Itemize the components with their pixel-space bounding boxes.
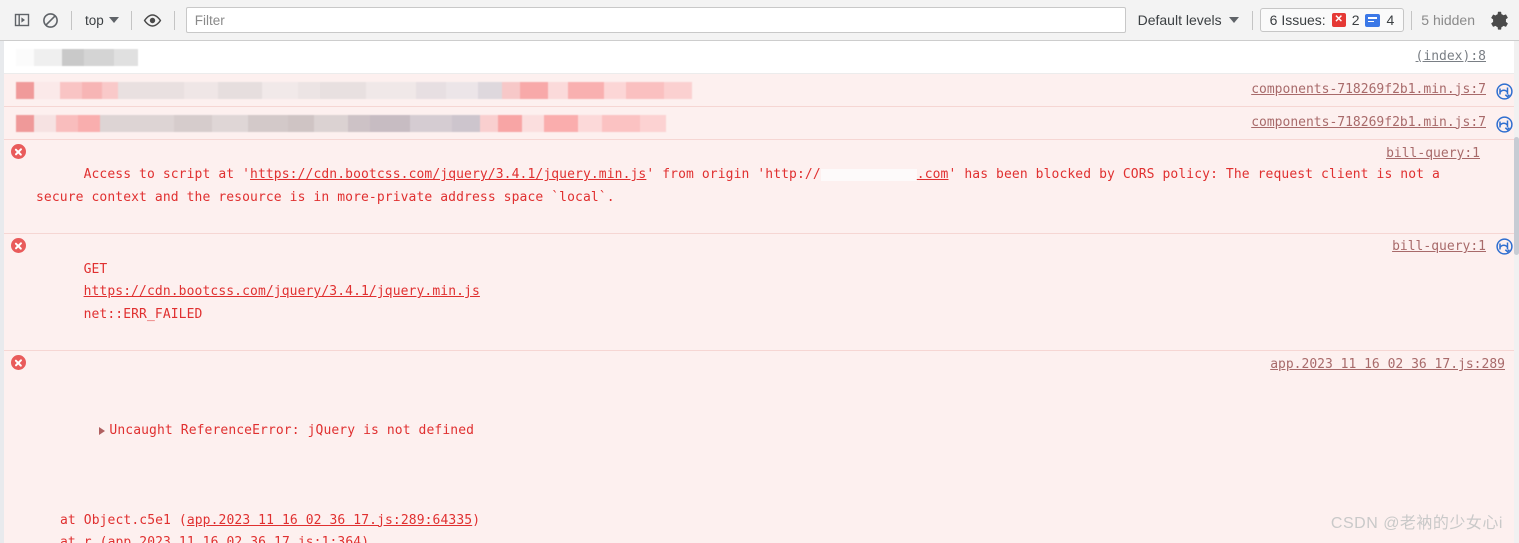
cors-mid: ' from origin 'http:// (646, 167, 821, 183)
console-row-source[interactable]: components-718269f2b1.min.js:7 (1251, 79, 1492, 101)
live-expression-button[interactable] (139, 6, 167, 34)
console-row-source[interactable]: bill-query:1 (1392, 236, 1492, 258)
console-row-network-error[interactable]: GET https://cdn.bootcss.com/jquery/3.4.1… (0, 234, 1519, 352)
issue-info-icon (1365, 13, 1381, 27)
toolbar-divider-4 (1251, 10, 1253, 30)
stack-trace: at Object.c5e1 (app.2023 11 16 02 36 17.… (36, 510, 1507, 543)
execution-context-selector[interactable]: top (79, 10, 124, 31)
issues-info-count: 4 (1386, 12, 1395, 28)
toolbar-divider-1 (71, 10, 72, 30)
error-icon (10, 355, 26, 371)
console-settings-button[interactable] (1485, 6, 1513, 34)
stack-frame-prefix: at r ( (60, 535, 108, 543)
redacted-origin (820, 168, 917, 181)
severity-gutter (0, 142, 36, 159)
toolbar-divider-5 (1411, 10, 1413, 30)
issues-error-count: 2 (1351, 12, 1360, 28)
console-toolbar: top Default levels 6 Issues: ✕ 2 4 5 hid… (0, 0, 1519, 41)
issue-error-icon: ✕ (1331, 13, 1346, 27)
clear-console-icon (42, 12, 58, 28)
console-row-redacted-error-1[interactable]: components-718269f2b1.min.js:7 (0, 74, 1519, 107)
redacted-content (16, 48, 138, 66)
gear-icon (1490, 11, 1508, 30)
console-row-uncaught-error[interactable]: Uncaught ReferenceError: jQuery is not d… (0, 351, 1519, 543)
console-row-cors-error[interactable]: Access to script at 'https://cdn.bootcss… (0, 140, 1519, 235)
console-scrollbar-thumb[interactable] (1514, 137, 1519, 255)
console-row-source[interactable]: app.2023 11 16 02 36 17.js:289 (1270, 354, 1511, 376)
console-message-list[interactable]: (index):8 components-718269f2b1.min.js:7… (0, 41, 1519, 543)
cors-script-url[interactable]: https://cdn.bootcss.com/jquery/3.4.1/jqu… (250, 167, 646, 182)
error-headline-line: Uncaught ReferenceError: jQuery is not d… (36, 398, 1507, 465)
stack-frame: at r (app.2023 11 16 02 36 17.js:1:364) (60, 532, 1507, 543)
redacted-content (16, 114, 666, 132)
console-row-redacted-log[interactable]: (index):8 (0, 41, 1519, 74)
issues-label: 6 Issues: (1269, 12, 1326, 28)
stack-frame-suffix: ) (472, 512, 481, 528)
stack-frame-link[interactable]: app.2023 11 16 02 36 17.js:1:364 (108, 535, 362, 543)
network-status: net::ERR_FAILED (83, 306, 203, 322)
request-url[interactable]: https://cdn.bootcss.com/jquery/3.4.1/jqu… (84, 284, 480, 299)
console-sidebar-toggle-button[interactable] (8, 6, 36, 34)
console-left-edge (0, 41, 4, 543)
severity-gutter (0, 353, 36, 371)
error-icon (10, 238, 26, 254)
clear-console-button[interactable] (36, 6, 64, 34)
sidebar-panel-icon (14, 13, 30, 27)
chevron-down-icon (108, 17, 119, 23)
console-row-redacted-error-2[interactable]: components-718269f2b1.min.js:7 (0, 107, 1519, 140)
error-icon (10, 144, 26, 159)
filter-input[interactable] (185, 7, 1126, 33)
console-message-text: Uncaught ReferenceError: jQuery is not d… (36, 353, 1519, 543)
redacted-content (16, 81, 692, 99)
toolbar-divider-3 (173, 10, 175, 30)
execution-context-value: top (85, 12, 104, 28)
error-headline: Uncaught ReferenceError: jQuery is not d… (109, 423, 475, 439)
toolbar-divider-2 (130, 10, 132, 30)
jump-to-source-icon[interactable] (1496, 238, 1513, 256)
chevron-down-icon (1228, 17, 1239, 23)
cors-origin-suffix: .com (916, 167, 949, 183)
log-levels-selector[interactable]: Default levels (1132, 9, 1245, 31)
expand-triangle-icon[interactable] (99, 426, 106, 435)
console-row-source[interactable]: bill-query:1 (1386, 143, 1486, 165)
severity-gutter (0, 236, 36, 254)
stack-frame-prefix: at Object.c5e1 ( (60, 512, 187, 528)
console-row-source[interactable]: (index):8 (1416, 46, 1492, 68)
console-row-source[interactable]: components-718269f2b1.min.js:7 (1251, 112, 1492, 134)
stack-frame-suffix: ) (361, 535, 370, 543)
log-levels-label: Default levels (1137, 12, 1222, 28)
issues-badge[interactable]: 6 Issues: ✕ 2 4 (1259, 8, 1405, 32)
csdn-watermark: CSDN @老衲的少女心i (1330, 515, 1503, 532)
console-message-text: Access to script at 'https://cdn.bootcss… (36, 142, 1492, 231)
console-message-text: GET https://cdn.bootcss.com/jquery/3.4.1… (36, 236, 1392, 348)
eye-icon (143, 13, 162, 27)
jump-to-source-icon[interactable] (1496, 115, 1513, 133)
cors-prefix: Access to script at ' (83, 167, 251, 183)
hidden-messages-label: 5 hidden (1421, 12, 1475, 28)
jump-to-source-icon[interactable] (1496, 82, 1513, 100)
console-scrollbar-track[interactable] (1514, 41, 1519, 543)
stack-frame: at Object.c5e1 (app.2023 11 16 02 36 17.… (60, 510, 1507, 532)
stack-frame-link[interactable]: app.2023 11 16 02 36 17.js:289:64335 (187, 513, 472, 528)
http-method: GET (83, 261, 108, 277)
